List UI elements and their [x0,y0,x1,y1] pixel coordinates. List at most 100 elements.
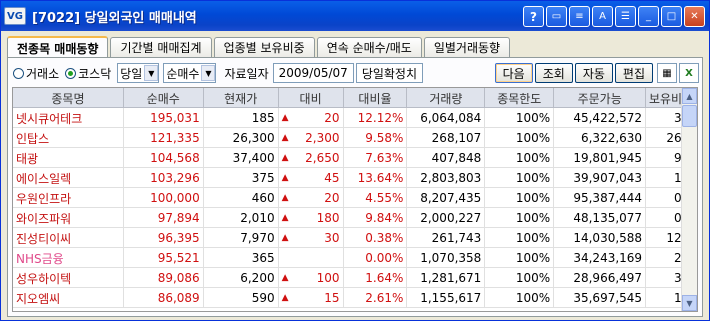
column-header[interactable]: 종목한도 [485,88,555,108]
change-cell: ▲ 100 [279,268,344,288]
change-value: 180 [316,211,340,225]
radio-kosdaq[interactable]: 코스닥 [65,65,111,82]
stock-name: 넷시큐어테크 [13,108,124,128]
stock-limit: 100% [485,168,555,188]
radio-dot[interactable] [65,67,77,79]
stock-name: 지오엠씨 [13,288,124,308]
change-value: 20 [324,191,340,205]
font-size-icon[interactable]: A [592,6,613,27]
query-button[interactable]: 조회 [534,63,573,83]
order-available: 45,422,572 [554,108,647,128]
column-header[interactable]: 종목명 [13,88,124,108]
radio-dot[interactable] [13,67,24,79]
tab-bar: 전종목 매매동향 기간별 매매집계 업종별 보유비중 연속 순매수/매도 일별거… [7,36,512,58]
order-available: 19,801,945 [554,148,647,168]
tab-consecutive-trade[interactable]: 연속 순매수/매도 [316,37,422,57]
order-available: 34,243,169 [554,248,647,268]
grid-settings-icon[interactable]: ▦ [657,63,677,83]
change-cell: ▲ 30 [279,228,344,248]
title-bar[interactable]: VG [7022] 당일외국인 매매내역 ? ▭ ≡ A ☰ _ □ ✕ [1,1,709,31]
stock-limit: 100% [485,288,555,308]
sort-select[interactable]: 순매수 ▼ [163,63,217,83]
chevron-down-icon[interactable]: ▼ [201,65,216,81]
next-button[interactable]: 다음 [494,63,533,83]
table-row[interactable]: NHS금융 95,521 365 0.00% 1,070,358 100% 34,243,1… [13,248,697,268]
table-header: 종목명 순매수 현재가 대비 대비율 거래량 종목한도 주문가능 보유비중 [13,88,697,108]
order-available: 6,322,630 [554,128,647,148]
stock-name: 진성티이씨 [13,228,124,248]
order-available: 48,135,077 [554,208,647,228]
tile-icon[interactable]: ▭ [546,6,567,27]
date-label: 자료일자 [224,66,269,81]
volume: 8,207,435 [407,188,486,208]
change-rate: 0.00% [344,248,408,268]
change-value: 20 [324,111,340,125]
radio-kospi[interactable]: 거래소 [13,65,59,82]
change-cell [279,248,344,268]
scroll-up-icon[interactable]: ▲ [682,88,697,104]
period-value: 당일 [120,66,143,81]
net-buy: 195,031 [124,108,204,128]
excel-export-icon[interactable]: X [679,63,699,83]
order-available: 14,030,588 [554,228,647,248]
column-header[interactable]: 순매수 [124,88,204,108]
auto-button[interactable]: 자동 [574,63,613,83]
order-available: 35,697,545 [554,288,647,308]
table-row[interactable]: 넷시큐어테크 195,031 185 ▲ 20 12.12% 6,064,084 100% 45… [13,108,697,128]
stock-limit: 100% [485,188,555,208]
table-row[interactable]: 성우하이텍 89,086 6,200 ▲ 100 1.64% 1,281,671 100% 28… [13,268,697,288]
foreign-trade-table: 종목명 순매수 현재가 대비 대비율 거래량 종목한도 주문가능 보유비중 넷시… [12,87,698,312]
column-header[interactable]: 주문가능 [554,88,647,108]
net-buy: 97,894 [124,208,204,228]
column-header[interactable]: 거래량 [407,88,486,108]
table-row[interactable]: 태광 104,568 37,400 ▲ 2,650 7.63% 407,848 100% 19,… [13,148,697,168]
vertical-scrollbar[interactable]: ▲ ▼ [681,88,697,311]
chevron-down-icon[interactable]: ▼ [144,65,159,81]
current-price: 7,970 [204,228,279,248]
volume: 2,803,803 [407,168,486,188]
table-row[interactable]: 지오엠씨 86,089 590 ▲ 15 2.61% 1,155,617 100% 35,697… [13,288,697,308]
maximize-button[interactable]: □ [661,6,682,27]
stock-name: 인탑스 [13,128,124,148]
change-value: 100 [316,271,340,285]
order-available: 28,966,497 [554,268,647,288]
help-button[interactable]: ? [523,6,544,27]
change-cell: ▲ 2,300 [279,128,344,148]
main-window: VG [7022] 당일외국인 매매내역 ? ▭ ≡ A ☰ _ □ ✕ 전종목… [0,0,710,321]
up-arrow-icon: ▲ [281,293,289,303]
change-rate: 0.38% [344,228,408,248]
period-select[interactable]: 당일 ▼ [117,63,160,83]
table-row[interactable]: 와이즈파워 97,894 2,010 ▲ 180 9.84% 2,000,227 100% 48… [13,208,697,228]
edit-button[interactable]: 편집 [614,63,653,83]
table-row[interactable]: 진성티이씨 96,395 7,970 ▲ 30 0.38% 261,743 100% 14,03… [13,228,697,248]
change-value: 15 [324,291,340,305]
tab-sector-holding[interactable]: 업종별 보유비중 [213,37,315,57]
stock-name: 와이즈파워 [13,208,124,228]
sort-value: 순매수 [166,66,200,81]
net-buy: 89,086 [124,268,204,288]
scroll-down-icon[interactable]: ▼ [682,295,697,311]
column-header[interactable]: 대비율 [344,88,408,108]
volume: 2,000,227 [407,208,486,228]
tab-all-stocks[interactable]: 전종목 매매동향 [7,36,109,58]
up-arrow-icon: ▲ [281,113,289,123]
table-row[interactable]: 인탑스 121,335 26,300 ▲ 2,300 9.58% 268,107 100% 6,… [13,128,697,148]
date-field[interactable]: 2009/05/07 [272,63,354,83]
change-rate: 9.58% [344,128,408,148]
close-button[interactable]: ✕ [684,6,705,27]
scroll-thumb[interactable] [682,105,697,127]
current-price: 460 [204,188,279,208]
settings-icon[interactable]: ≡ [569,6,590,27]
table-row[interactable]: 우원인프라 100,000 460 ▲ 20 4.55% 8,207,435 100% 95,3… [13,188,697,208]
column-header[interactable]: 대비 [279,88,344,108]
change-cell: ▲ 15 [279,288,344,308]
stock-limit: 100% [485,108,555,128]
menu-icon[interactable]: ☰ [615,6,636,27]
column-header[interactable]: 현재가 [204,88,279,108]
table-row[interactable]: 에이스일렉 103,296 375 ▲ 45 13.64% 2,803,803 100% 39,… [13,168,697,188]
tab-daily-trend[interactable]: 일별거래동향 [423,37,511,57]
volume: 1,281,671 [407,268,486,288]
tab-period-summary[interactable]: 기간별 매매집계 [110,37,212,57]
app-logo-icon: VG [4,7,26,25]
minimize-button[interactable]: _ [638,6,659,27]
